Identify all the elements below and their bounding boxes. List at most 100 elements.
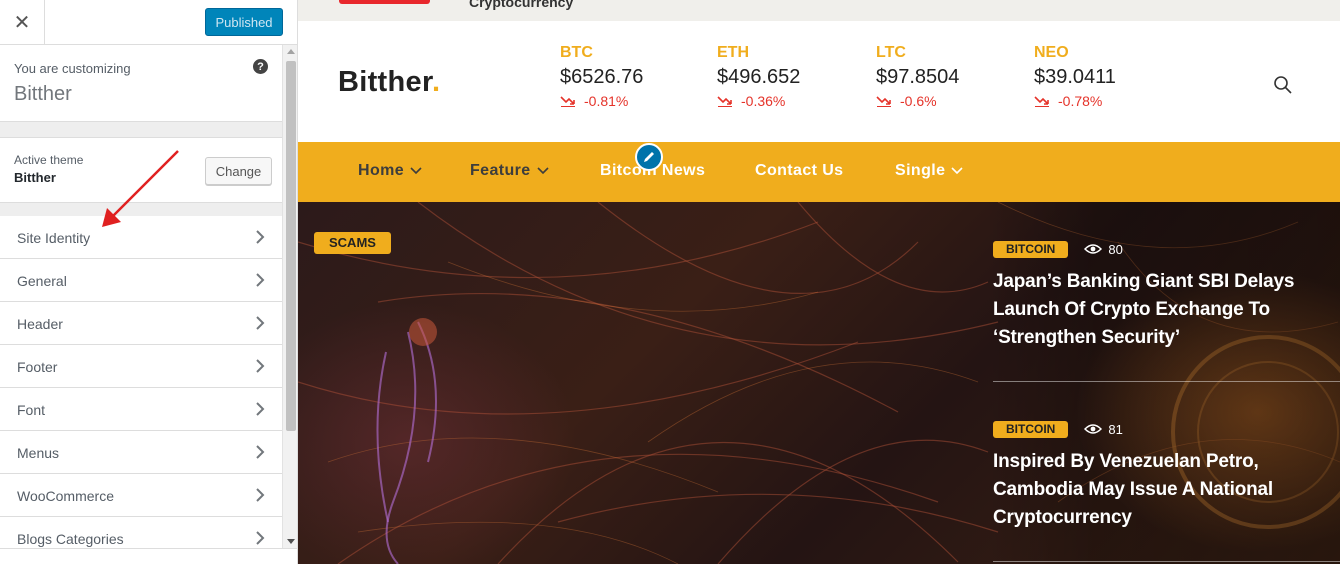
customizing-label: You are customizing	[14, 61, 131, 76]
customizer-body: You are customizing Bitther ? Active the…	[0, 45, 282, 564]
pencil-icon	[644, 152, 654, 162]
chevron-right-icon	[256, 531, 265, 545]
chevron-right-icon	[256, 359, 265, 373]
ticker-change-value: -0.81%	[584, 93, 629, 109]
top-strip: Cryptocurrency	[298, 0, 1340, 21]
nav-item-contact-us[interactable]: Contact Us	[755, 162, 843, 180]
ticker-price: $6526.76	[560, 66, 644, 88]
logo-dot: .	[431, 66, 441, 98]
chevron-down-icon	[537, 167, 549, 175]
story-card: BITCOIN 80 Japan’s Banking Giant SBI Del…	[993, 239, 1323, 352]
story-divider	[993, 561, 1340, 562]
ticker-change-value: -0.6%	[900, 93, 937, 109]
sidebar-scrollbar[interactable]	[282, 45, 297, 548]
scroll-down-arrow-icon[interactable]	[287, 539, 295, 544]
section-menus[interactable]: Menus	[0, 431, 282, 474]
search-icon[interactable]	[1273, 75, 1293, 95]
customizer-header: ✕ Published	[0, 0, 297, 45]
trend-down-icon	[1034, 96, 1049, 107]
story-meta: BITCOIN 81	[993, 419, 1323, 439]
active-theme-name: Bitther	[14, 170, 56, 185]
section-label: Menus	[17, 445, 60, 461]
section-label: Header	[17, 316, 63, 332]
section-general[interactable]: General	[0, 259, 282, 302]
nav-label: Single	[895, 162, 946, 179]
chevron-right-icon	[256, 273, 265, 287]
category-badge[interactable]: BITCOIN	[993, 420, 1069, 438]
ticker-change-value: -0.78%	[1058, 93, 1103, 109]
ticker-price: $496.652	[717, 66, 801, 88]
section-header[interactable]: Header	[0, 302, 282, 345]
customizer-panel: ✕ Published You are customizing Bitther …	[0, 0, 298, 564]
ticker-neo: NEO $39.0411 -0.78%	[1034, 44, 1174, 109]
active-theme-label: Active theme	[14, 153, 84, 167]
main-nav: Home Feature Bitcoin News Contact Us Sin…	[298, 142, 1340, 202]
ticker-btc: BTC $6526.76 -0.81%	[560, 44, 700, 109]
site-header: Bitther. BTC $6526.76 -0.81% ETH $496.65…	[298, 21, 1340, 142]
logo-text: Bitther	[338, 66, 432, 98]
top-strip-text: Cryptocurrency	[469, 0, 574, 10]
section-label: WooCommerce	[17, 488, 114, 504]
close-icon[interactable]: ✕	[0, 0, 45, 45]
section-font[interactable]: Font	[0, 388, 282, 431]
edit-shortcut-pencil-icon[interactable]	[635, 143, 663, 171]
ticker-change: -0.36%	[717, 93, 857, 109]
view-count-value: 81	[1108, 421, 1123, 437]
publish-button[interactable]: Published	[205, 8, 283, 36]
ticker-symbol: LTC	[876, 44, 906, 61]
section-site-identity[interactable]: Site Identity	[0, 216, 282, 259]
trend-down-icon	[717, 96, 732, 107]
category-badge[interactable]: BITCOIN	[993, 240, 1069, 258]
chevron-down-icon	[410, 167, 422, 175]
chevron-down-icon	[951, 167, 963, 175]
story-meta: BITCOIN 80	[993, 239, 1323, 259]
nav-item-home[interactable]: Home	[358, 162, 422, 180]
eye-icon	[1084, 424, 1103, 434]
section-label: General	[17, 273, 67, 289]
story-headline[interactable]: Japan’s Banking Giant SBI Delays Launch …	[993, 268, 1323, 352]
trend-down-icon	[560, 96, 575, 107]
site-title: Bitther	[14, 83, 72, 105]
site-logo[interactable]: Bitther.	[338, 66, 440, 99]
category-badge-scams[interactable]: SCAMS	[314, 232, 391, 254]
view-count: 81	[1084, 421, 1123, 437]
eye-icon	[1084, 244, 1103, 254]
nav-item-feature[interactable]: Feature	[470, 162, 549, 180]
ticker-change-value: -0.36%	[741, 93, 786, 109]
scrollbar-thumb[interactable]	[286, 61, 296, 431]
nav-label: Home	[358, 162, 405, 179]
view-count-value: 80	[1108, 241, 1123, 257]
chevron-right-icon	[256, 230, 265, 244]
site-preview: Cryptocurrency Bitther. BTC $6526.76 -0.…	[298, 0, 1340, 564]
customizing-info: You are customizing Bitther ?	[0, 45, 282, 122]
section-woocommerce[interactable]: WooCommerce	[0, 474, 282, 517]
change-theme-button[interactable]: Change	[205, 157, 272, 185]
top-red-bar	[339, 0, 430, 4]
ticker-change: -0.78%	[1034, 93, 1174, 109]
trend-down-icon	[876, 96, 891, 107]
section-label: Site Identity	[17, 230, 91, 246]
story-headline[interactable]: Inspired By Venezuelan Petro, Cambodia M…	[993, 448, 1323, 532]
hero-section: SCAMS BITCOIN 80 Japan’s Banking Giant S…	[298, 202, 1340, 564]
chevron-right-icon	[256, 316, 265, 330]
section-label: Font	[17, 402, 46, 418]
active-theme-panel: Active theme Bitther Change	[0, 137, 282, 203]
ticker-price: $39.0411	[1034, 66, 1116, 88]
story-card: BITCOIN 81 Inspired By Venezuelan Petro,…	[993, 419, 1323, 532]
chevron-right-icon	[256, 488, 265, 502]
chevron-right-icon	[256, 445, 265, 459]
nav-label: Contact Us	[755, 162, 844, 179]
nav-label: Feature	[470, 162, 531, 179]
scroll-up-arrow-icon[interactable]	[287, 49, 295, 54]
chevron-right-icon	[256, 402, 265, 416]
section-label: Blogs Categories	[17, 531, 124, 547]
nav-item-single[interactable]: Single	[895, 162, 963, 180]
ticker-change: -0.6%	[876, 93, 1016, 109]
help-icon[interactable]: ?	[253, 59, 268, 74]
view-count: 80	[1084, 241, 1123, 257]
section-footer[interactable]: Footer	[0, 345, 282, 388]
ticker-symbol: BTC	[560, 44, 593, 61]
ticker-symbol: ETH	[717, 44, 749, 61]
section-list: Site Identity General Header Footer Font…	[0, 216, 282, 560]
section-label: Footer	[17, 359, 58, 375]
